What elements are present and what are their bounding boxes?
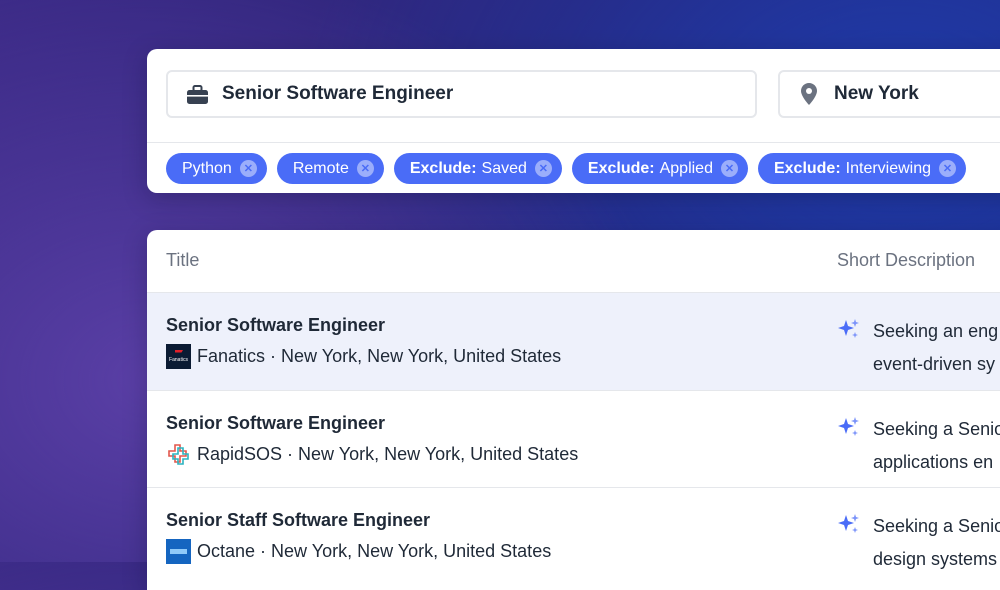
meta-separator: · [265, 346, 282, 366]
sparkle-icon [837, 512, 861, 536]
company-logo [166, 442, 191, 467]
filter-chips: Python ✕ Remote ✕ Exclude: Saved ✕ Exclu… [166, 153, 967, 184]
briefcase-icon [186, 83, 208, 105]
table-header: Title Short Description [147, 230, 1000, 293]
search-divider [147, 142, 1000, 143]
sparkle-icon [837, 317, 861, 341]
job-location: New York, New York, United States [271, 541, 552, 561]
search-panel: Senior Software Engineer New York Python… [147, 49, 1000, 193]
svg-text:Fanatics: Fanatics [169, 357, 188, 363]
description-line: Seeking a Senio [873, 419, 1000, 439]
description-line: event-driven sy [873, 354, 996, 374]
company-logo [166, 539, 191, 564]
job-location: New York, New York, United States [281, 346, 562, 366]
table-row[interactable]: Senior Software Engineer Fanatics Fanati… [147, 293, 1000, 391]
chip-prefix: Exclude: [409, 159, 477, 177]
job-location: New York, New York, United States [298, 444, 579, 464]
filter-chip-exclude-applied[interactable]: Exclude: Applied ✕ [571, 153, 748, 184]
table-row[interactable]: Senior Staff Software Engineer Octane · … [147, 488, 1000, 588]
description-line: design systems [873, 549, 998, 569]
chip-prefix: Exclude: [773, 159, 841, 177]
company-name: Fanatics [197, 346, 266, 366]
close-icon[interactable]: ✕ [534, 160, 552, 177]
filter-chip-python[interactable]: Python ✕ [166, 153, 267, 184]
location-search-value: New York [834, 83, 919, 104]
close-icon[interactable]: ✕ [939, 160, 957, 177]
company-name: RapidSOS [197, 444, 283, 464]
chip-prefix: Exclude: [587, 159, 655, 177]
job-title[interactable]: Senior Software Engineer [166, 315, 385, 336]
description-line: Seeking a Senio [873, 516, 1000, 536]
column-header-short-description[interactable]: Short Description [837, 250, 975, 271]
close-icon[interactable]: ✕ [356, 160, 374, 177]
column-header-title[interactable]: Title [166, 250, 199, 271]
company-name: Octane [197, 541, 256, 561]
job-title[interactable]: Senior Software Engineer [166, 413, 385, 434]
filter-chip-exclude-saved[interactable]: Exclude: Saved ✕ [393, 153, 562, 184]
meta-separator: · [282, 444, 299, 464]
short-description: Seeking an eng event-driven sy [873, 315, 998, 381]
company-logo: Fanatics [166, 344, 191, 369]
chip-label: Interviewing [845, 159, 932, 177]
job-title-search-value: Senior Software Engineer [222, 83, 454, 104]
close-icon[interactable]: ✕ [720, 160, 738, 177]
job-meta: Fanatics Fanatics · New York, New York, … [166, 344, 561, 369]
map-pin-icon [798, 83, 820, 105]
job-meta: Octane · New York, New York, United Stat… [166, 539, 551, 564]
meta-separator: · [255, 541, 272, 561]
chip-label: Saved [481, 159, 527, 177]
filter-chip-exclude-interviewing[interactable]: Exclude: Interviewing ✕ [757, 153, 967, 184]
job-title[interactable]: Senior Staff Software Engineer [166, 510, 430, 531]
sparkle-icon [837, 415, 861, 439]
chip-label: Applied [659, 159, 713, 177]
results-table: Title Short Description Senior Software … [147, 230, 1000, 590]
chip-label: Python [182, 159, 232, 177]
close-icon[interactable]: ✕ [239, 160, 257, 177]
short-description: Seeking a Senio design systems [873, 510, 1000, 576]
short-description: Seeking a Senio applications en [873, 413, 1000, 479]
filter-chip-remote[interactable]: Remote ✕ [276, 153, 384, 184]
location-search-field[interactable]: New York [778, 70, 1000, 118]
description-line: applications en [873, 452, 994, 472]
job-title-search-field[interactable]: Senior Software Engineer [166, 70, 757, 118]
chip-label: Remote [292, 159, 349, 177]
table-row[interactable]: Senior Software Engineer RapidSOS · New … [147, 391, 1000, 488]
description-line: Seeking an eng [873, 321, 999, 341]
job-meta: RapidSOS · New York, New York, United St… [166, 442, 578, 467]
